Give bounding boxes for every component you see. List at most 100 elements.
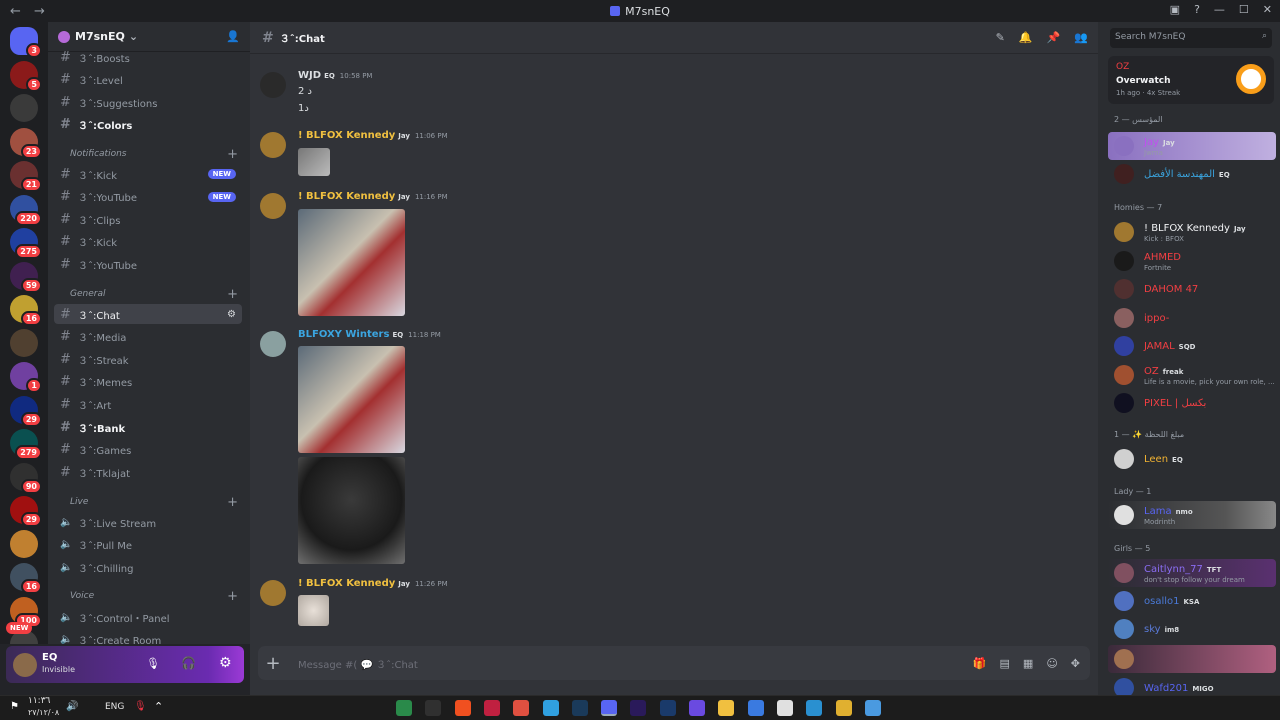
channel-item[interactable]: #３ˆ:Suggestions [54,92,242,112]
microphone-icon[interactable]: 🎙 [146,657,160,670]
channel-item[interactable]: 🔈 ３ˆ:Control・Panel [54,607,242,627]
member-item[interactable]: Jay Jay Jwma [1108,132,1276,160]
brave-browser-icon[interactable] [454,700,471,716]
member-item[interactable]: Leen EQ [1108,445,1276,473]
channel-item[interactable]: #３ˆ:Kick [54,232,242,252]
search-input[interactable]: Search M7snEQ ⌕ [1110,28,1272,48]
speaker-icon[interactable]: 🔊 [66,701,78,712]
channel-category[interactable]: General + [56,287,242,302]
file-explorer-icon[interactable] [718,700,735,716]
member-item[interactable]: PIXEL | بكسل [1108,389,1276,417]
member-item[interactable] [1108,645,1276,673]
channel-item[interactable]: #３ˆ:Clips [54,209,242,229]
message-composer[interactable]: + Message #( 💬 ３ˆ:Chat 🎁 ▤ ▦ ☺ ✥ [258,646,1090,680]
message-author[interactable]: BLFOXY Winters [298,329,389,340]
add-channel-icon[interactable]: + [227,287,238,302]
member-item[interactable]: ippo- [1108,304,1276,332]
channel-item[interactable]: #３ˆ:YouTube [54,254,242,274]
channel-item[interactable]: #３ˆ:Colors [54,115,242,135]
channel-item[interactable]: #３ˆ:Streak [54,349,242,369]
server-icon[interactable]: 23 [10,127,42,159]
chatgpt-icon[interactable] [776,700,793,716]
server-icon[interactable]: 29 [10,496,42,527]
channel-category[interactable]: Voice + [56,589,242,604]
avatar[interactable] [260,132,286,158]
member-item[interactable]: المهندسة الأفضل EQ [1108,160,1276,188]
close-button[interactable]: ✕ [1263,3,1272,16]
wifi-icon[interactable]: ⚑ [10,701,19,712]
add-channel-icon[interactable]: + [227,495,238,510]
channel-item[interactable]: #３ˆ:Bank [54,417,242,437]
attach-plus-icon[interactable]: + [258,653,288,674]
maximize-button[interactable]: ☐ [1239,3,1249,16]
discord-home-icon[interactable]: 3 [10,27,42,58]
image-attachment[interactable] [298,148,330,176]
image-attachment[interactable] [298,346,405,453]
channel-item[interactable]: #３ˆ:Boosts [54,47,242,67]
terminal-icon[interactable] [425,700,442,716]
avatar[interactable] [13,653,37,677]
server-icon[interactable]: 220 [10,194,42,226]
channel-item[interactable]: 🔈 ３ˆ:Create Room [54,630,242,644]
add-channel-icon[interactable]: + [227,147,238,162]
channel-item[interactable]: 🔈 ３ˆ:Live Stream [54,512,242,532]
server-icon[interactable]: 21 [10,161,42,192]
message-author[interactable]: ! BLFOX Kennedy [298,191,395,202]
channel-item[interactable]: 🔈 ３ˆ:Pull Me [54,535,242,555]
microphone-tray-icon[interactable]: 🎙 [134,701,147,712]
threads-icon[interactable]: ✎ [996,31,1005,44]
channel-item[interactable]: #３ˆ:Chat ⚙ [54,304,242,324]
avatar[interactable] [260,331,286,357]
channel-category[interactable]: Live + [56,495,242,510]
new-servers-pill[interactable]: NEW [6,622,33,634]
app-icon[interactable] [513,700,530,716]
avatar[interactable] [260,72,286,98]
server-icon[interactable]: 279 [10,429,42,460]
member-item[interactable]: ! BLFOX Kennedy Jay Kick : BFOX [1108,218,1276,246]
channel-item[interactable]: #３ˆ:YouTube NEW [54,187,242,207]
settings-gear-icon[interactable]: ⚙ [219,655,232,671]
edge-icon[interactable] [806,700,823,716]
language-indicator[interactable]: ENG [105,702,124,712]
add-member-icon[interactable]: 👤 [226,30,240,43]
message-author[interactable]: WJD [298,70,321,81]
premiere-icon[interactable] [630,700,647,716]
image-attachment[interactable] [298,595,329,626]
store-icon[interactable] [747,700,764,716]
channel-item[interactable]: #３ˆ:Art [54,394,242,414]
channel-item[interactable]: #３ˆ:Tklajat [54,462,242,482]
server-icon[interactable]: 29 [10,395,42,427]
channel-item[interactable]: #３ˆ:Games [54,440,242,460]
add-channel-icon[interactable]: + [227,589,238,604]
message-author[interactable]: ! BLFOX Kennedy [298,578,395,589]
server-icon[interactable]: 100 [10,596,42,628]
server-icon[interactable]: 16 [10,295,42,326]
member-item[interactable]: DAHOM 47 [1108,275,1276,303]
notification-bell-icon[interactable]: 🔔 [1019,31,1033,44]
member-item[interactable]: Lama nmo Modrinth [1108,501,1276,529]
channel-item[interactable]: 🔈 ３ˆ:Chilling [54,557,242,577]
channel-item[interactable]: #３ˆ:Memes [54,372,242,392]
image-attachment[interactable] [298,209,405,316]
activity-card[interactable]: OZ Overwatch 1h ago · 4x Streak [1108,56,1274,104]
channel-category[interactable]: Notifications + [56,147,242,162]
discord-icon[interactable] [601,700,618,716]
server-icon[interactable] [10,328,38,357]
image-attachment[interactable] [298,457,405,564]
help-icon[interactable]: ? [1194,3,1200,16]
server-icon[interactable]: 5 [10,60,42,92]
member-item[interactable]: OZ freak Life is a movie, pick your own ro… [1108,361,1276,389]
member-item[interactable]: osallo1 KSA [1108,587,1276,615]
channel-item[interactable]: #３ˆ:Level [54,70,242,90]
headphones-icon[interactable]: 🎧 [181,656,196,670]
app-icon[interactable] [483,700,500,716]
gif-icon[interactable]: ▤ [1000,657,1010,670]
message-author[interactable]: ! BLFOX Kennedy [298,130,395,141]
emoji-icon[interactable]: ☺ [1046,657,1057,670]
server-icon[interactable]: 16 [10,563,42,594]
server-icon[interactable]: 90 [10,462,42,494]
server-icon[interactable]: 59 [10,261,42,293]
inbox-icon[interactable]: ▣ [1170,3,1180,16]
chrome-icon[interactable] [835,700,852,716]
tray-chevron-icon[interactable]: ⌃ [154,700,163,713]
